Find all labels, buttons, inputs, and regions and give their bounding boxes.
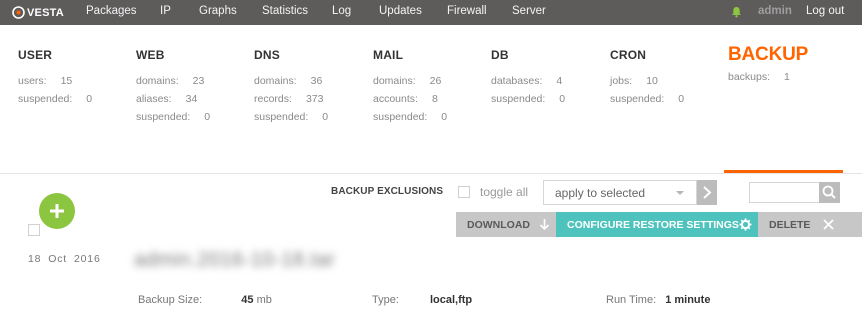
bulk-action-select[interactable]: apply to selected <box>543 180 697 205</box>
stat-row: suspended: 0 <box>373 111 448 123</box>
backup-size: Backup Size: 45 mb <box>138 294 272 306</box>
stat-title: DB <box>491 48 509 62</box>
stat-row: accounts: 8 <box>373 93 438 105</box>
stat-title: USER <box>18 48 53 62</box>
stat-row: domains: 23 <box>136 75 205 87</box>
nav-statistics[interactable]: Statistics <box>262 5 308 17</box>
delete-label: DELETE <box>769 218 811 231</box>
stat-title: DNS <box>254 48 280 62</box>
nav-updates[interactable]: Updates <box>379 5 422 17</box>
toggle-all-label[interactable]: toggle all <box>480 185 528 199</box>
nav-server[interactable]: Server <box>512 5 546 17</box>
stat-row: backups: 1 <box>728 71 790 83</box>
stat-row: suspended: 0 <box>18 93 93 105</box>
stat-row: suspended: 0 <box>610 93 685 105</box>
backup-name: admin.2016-10-18.tar <box>134 249 336 271</box>
stat-row: suspended: 0 <box>254 111 329 123</box>
stat-row: aliases: 34 <box>136 93 198 105</box>
backup-size-unit: mb <box>256 294 272 306</box>
nav-firewall[interactable]: Firewall <box>447 5 487 17</box>
vesta-logo-icon <box>12 6 25 19</box>
nav-ip[interactable]: IP <box>160 5 171 17</box>
backup-type: Type: local,ftp <box>372 294 473 306</box>
bell-icon[interactable] <box>731 6 742 18</box>
nav-graphs[interactable]: Graphs <box>199 5 237 17</box>
stat-dns[interactable]: DNS domains: 36 records: 373 suspended: 0 <box>254 48 328 129</box>
user-menu-admin[interactable]: admin <box>758 5 792 17</box>
download-label: DOWNLOAD <box>467 218 530 231</box>
stat-mail[interactable]: MAIL domains: 26 accounts: 8 suspended: 0 <box>373 48 447 129</box>
stat-row: records: 373 <box>254 93 324 105</box>
plus-icon <box>50 204 64 218</box>
backup-type-value: local,ftp <box>429 294 473 306</box>
gear-icon <box>739 218 752 231</box>
stat-row: databases: 4 <box>491 75 563 87</box>
chevron-right-icon <box>703 186 712 199</box>
stat-title: WEB <box>136 48 165 62</box>
stat-web[interactable]: WEB domains: 23 aliases: 34 suspended: 0 <box>136 48 210 129</box>
stat-row: jobs: 10 <box>610 75 658 87</box>
nav-log[interactable]: Log <box>332 5 351 17</box>
toggle-all-checkbox[interactable] <box>458 186 470 198</box>
chevron-down-icon <box>676 191 684 195</box>
top-navigation: VESTA Packages IP Graphs Statistics Log … <box>0 0 862 25</box>
configure-restore-button[interactable]: CONFIGURE RESTORE SETTINGS <box>556 212 758 237</box>
search-icon <box>822 185 836 199</box>
stat-title: MAIL <box>373 48 404 62</box>
backup-exclusions-link[interactable]: BACKUP EXCLUSIONS <box>331 186 443 197</box>
search-input[interactable] <box>749 182 820 203</box>
logout-link[interactable]: Log out <box>806 5 844 17</box>
configure-restore-label: CONFIGURE RESTORE SETTINGS <box>567 218 739 231</box>
stat-row: domains: 36 <box>254 75 323 87</box>
stat-title-active: BACKUP <box>728 44 809 65</box>
backup-size-value: 45 <box>241 294 254 306</box>
stat-title: CRON <box>610 48 647 62</box>
section-divider <box>0 173 862 174</box>
download-arrow-icon <box>539 219 550 231</box>
download-button[interactable]: DOWNLOAD <box>456 212 556 237</box>
nav-packages[interactable]: Packages <box>86 5 137 17</box>
delete-button[interactable]: DELETE <box>758 212 862 237</box>
add-backup-button[interactable] <box>39 193 75 229</box>
row-checkbox[interactable] <box>28 224 40 236</box>
backup-runtime: Run Time: 1 minute <box>606 294 711 306</box>
bulk-action-selected: apply to selected <box>555 186 646 200</box>
vesta-logo-text: VESTA <box>27 6 64 19</box>
stat-row: users: 15 <box>18 75 73 87</box>
stat-user[interactable]: USER users: 15 suspended: 0 <box>18 48 92 111</box>
stat-row: suspended: 0 <box>491 93 566 105</box>
stat-row: domains: 26 <box>373 75 442 87</box>
apply-button[interactable] <box>697 180 717 205</box>
vesta-logo[interactable]: VESTA <box>12 5 64 20</box>
stat-db[interactable]: DB databases: 4 suspended: 0 <box>491 48 565 111</box>
close-icon <box>823 219 834 230</box>
stat-backup[interactable]: BACKUP backups: 1 <box>728 44 808 89</box>
stat-cron[interactable]: CRON jobs: 10 suspended: 0 <box>610 48 684 111</box>
stat-row: suspended: 0 <box>136 111 211 123</box>
search-button[interactable] <box>819 182 840 203</box>
backup-date: 18 Oct 2016 <box>28 253 101 265</box>
backup-runtime-value: 1 minute <box>665 294 711 306</box>
